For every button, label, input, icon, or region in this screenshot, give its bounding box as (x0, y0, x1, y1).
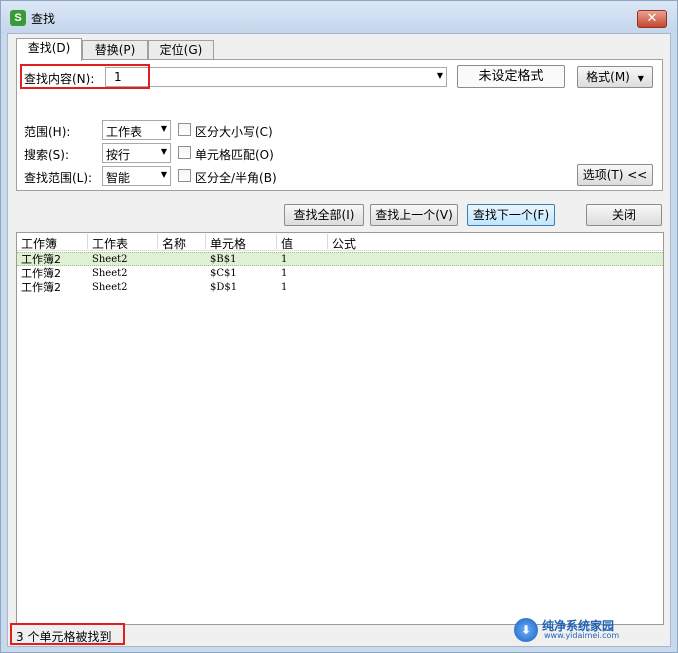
find-next-button[interactable]: 查找下一个(F) (467, 204, 555, 226)
tab-goto[interactable]: 定位(G) (148, 40, 214, 60)
watermark-url: www.yidaimei.com (544, 631, 620, 640)
cell-sheet: Sheet2 (92, 254, 128, 265)
options-toggle-button[interactable]: 选项(T) << (577, 164, 653, 186)
column-separator[interactable] (276, 234, 277, 249)
cell-value: 1 (281, 268, 288, 279)
search-select[interactable]: 按行 ▼ (102, 143, 171, 163)
chevron-down-icon: ▼ (637, 74, 644, 83)
app-logo-icon: S (10, 10, 26, 26)
column-header-name[interactable]: 名称 (162, 235, 186, 252)
cell-address: $B$1 (210, 254, 237, 265)
chevron-down-icon: ▼ (160, 124, 167, 133)
cell-workbook: 工作簿2 (21, 281, 61, 294)
table-row[interactable]: 工作簿2 Sheet2 $C$1 1 (17, 267, 663, 281)
window-title: 查找 (31, 12, 56, 26)
results-header: 工作簿 工作表 名称 单元格 值 公式 (17, 233, 663, 251)
title-bar[interactable]: S 查找 ✕ (1, 1, 677, 33)
column-separator[interactable] (87, 234, 88, 249)
match-case-label[interactable]: 区分大小写(C) (195, 123, 273, 140)
column-header-cell[interactable]: 单元格 (210, 235, 246, 252)
cell-workbook: 工作簿2 (21, 267, 61, 280)
cell-address: $D$1 (210, 282, 238, 293)
scope-select[interactable]: 工作表 ▼ (102, 120, 171, 140)
cell-value: 1 (281, 254, 288, 265)
chevron-down-icon[interactable]: ▼ (437, 71, 443, 80)
cell-value: 1 (281, 282, 288, 293)
cell-sheet: Sheet2 (92, 282, 128, 293)
status-bar: 3 个单元格被找到 ⬇ 纯净系统家园 www.yidaimei.com (10, 618, 670, 645)
find-previous-button[interactable]: 查找上一个(V) (370, 204, 458, 226)
cell-address: $C$1 (210, 268, 237, 279)
match-width-checkbox[interactable] (178, 169, 191, 182)
cell-workbook: 工作簿2 (21, 253, 61, 266)
close-window-button[interactable]: ✕ (637, 10, 667, 28)
find-panel: 查找内容(N): 1 ▼ 未设定格式 格式(M) ▼ 范围(H): 工作表 ▼ … (16, 59, 663, 191)
chevron-down-icon: ▼ (160, 170, 167, 179)
chevron-down-icon: ▼ (160, 147, 167, 156)
tab-find[interactable]: 查找(D) (16, 38, 82, 61)
format-button[interactable]: 格式(M) ▼ (577, 66, 653, 88)
find-what-input[interactable]: 1 ▼ (105, 67, 447, 87)
column-separator[interactable] (327, 234, 328, 249)
lookin-value: 智能 (106, 171, 131, 185)
search-label: 搜索(S): (24, 148, 70, 162)
match-width-label[interactable]: 区分全/半角(B) (195, 169, 277, 186)
find-dialog: S 查找 ✕ 查找(D) 替换(P) 定位(G) 查找内容(N): 1 ▼ 未设… (0, 0, 678, 653)
scope-label: 范围(H): (24, 125, 71, 139)
search-value: 按行 (106, 148, 131, 162)
table-row[interactable]: 工作簿2 Sheet2 $D$1 1 (17, 281, 663, 295)
table-row[interactable]: 工作簿2 Sheet2 $B$1 1 (17, 252, 663, 266)
column-header-workbook[interactable]: 工作簿 (21, 235, 57, 252)
match-cell-checkbox[interactable] (178, 146, 191, 159)
lookin-select[interactable]: 智能 ▼ (102, 166, 171, 186)
match-case-checkbox[interactable] (178, 123, 191, 136)
column-header-value[interactable]: 值 (281, 235, 293, 252)
column-separator[interactable] (157, 234, 158, 249)
cell-sheet: Sheet2 (92, 268, 128, 279)
lookin-label: 查找范围(L): (24, 171, 93, 185)
column-header-sheet[interactable]: 工作表 (92, 235, 128, 252)
format-status-button[interactable]: 未设定格式 (457, 65, 565, 88)
column-separator[interactable] (205, 234, 206, 249)
watermark-logo-icon: ⬇ (514, 618, 538, 642)
watermark: ⬇ 纯净系统家园 www.yidaimei.com (514, 617, 664, 643)
dialog-body: 查找(D) 替换(P) 定位(G) 查找内容(N): 1 ▼ 未设定格式 格式(… (7, 33, 671, 647)
tab-replace[interactable]: 替换(P) (82, 40, 148, 60)
results-list[interactable]: 工作簿 工作表 名称 单元格 值 公式 工作簿2 Sheet2 $B$1 1 工… (16, 232, 664, 625)
find-all-button[interactable]: 查找全部(I) (284, 204, 364, 226)
format-button-label: 格式(M) (586, 70, 630, 84)
column-header-formula[interactable]: 公式 (332, 235, 356, 252)
highlight-box-find (20, 64, 150, 89)
scope-value: 工作表 (106, 125, 143, 139)
highlight-box-status (10, 623, 125, 645)
close-button[interactable]: 关闭 (586, 204, 662, 226)
match-cell-label[interactable]: 单元格匹配(O) (195, 146, 274, 163)
